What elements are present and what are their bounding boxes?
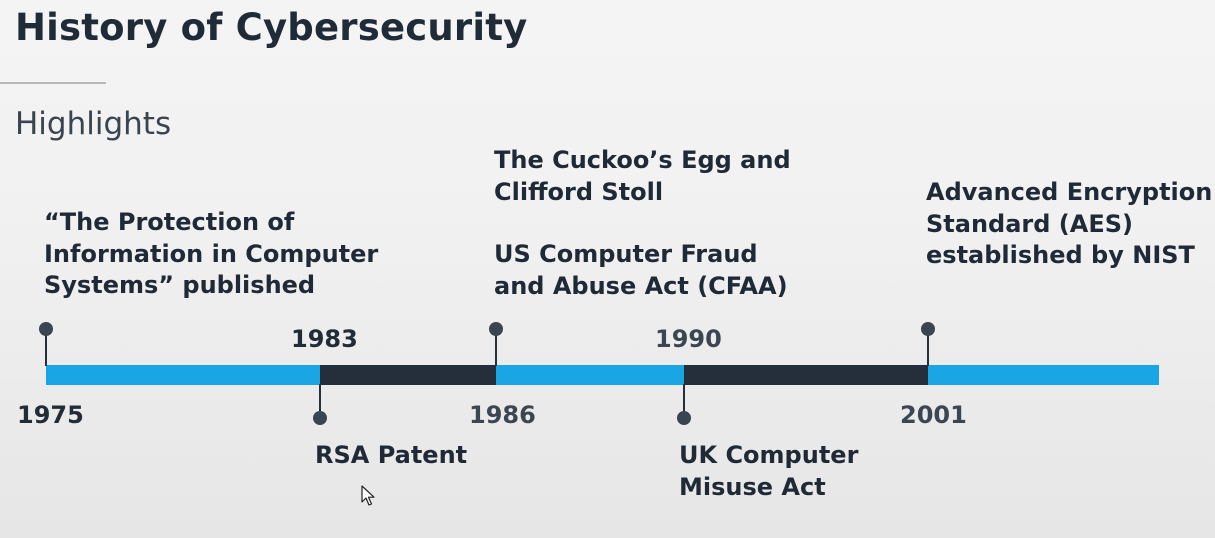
year-label-2001: 2001 xyxy=(900,401,967,429)
event-cuckoos-egg: The Cuckoo’s Egg and Clifford Stoll xyxy=(494,146,791,206)
event-uk-computer-misuse-act: UK Computer Misuse Act xyxy=(679,441,859,501)
timeline-segment-2001-end xyxy=(928,365,1159,385)
year-label-1986: 1986 xyxy=(469,401,536,429)
timeline-segment-1975-1983 xyxy=(46,365,320,385)
year-label-1975: 1975 xyxy=(17,401,84,429)
page-title: History of Cybersecurity xyxy=(15,6,528,49)
marker-dot-2001 xyxy=(921,322,935,336)
marker-dot-1975 xyxy=(39,322,53,336)
event-rsa-patent: RSA Patent xyxy=(315,441,468,469)
marker-dot-1990 xyxy=(677,411,691,425)
year-label-1983: 1983 xyxy=(291,325,358,353)
page-subtitle: Highlights xyxy=(15,106,172,142)
marker-dot-1986 xyxy=(489,322,503,336)
timeline-segment-1983-1986 xyxy=(320,365,496,385)
year-label-1990: 1990 xyxy=(655,325,722,353)
timeline-segment-1986-1990 xyxy=(496,365,684,385)
event-aes: Advanced Encryption Standard (AES) estab… xyxy=(926,178,1213,269)
title-divider xyxy=(0,82,106,84)
mouse-pointer-icon xyxy=(361,485,375,506)
event-cfaa: US Computer Fraud and Abuse Act (CFAA) xyxy=(494,240,788,300)
event-protection-of-information: “The Protection of Information in Comput… xyxy=(44,208,379,299)
marker-dot-1983 xyxy=(313,411,327,425)
timeline-segment-1990-2001 xyxy=(684,365,928,385)
